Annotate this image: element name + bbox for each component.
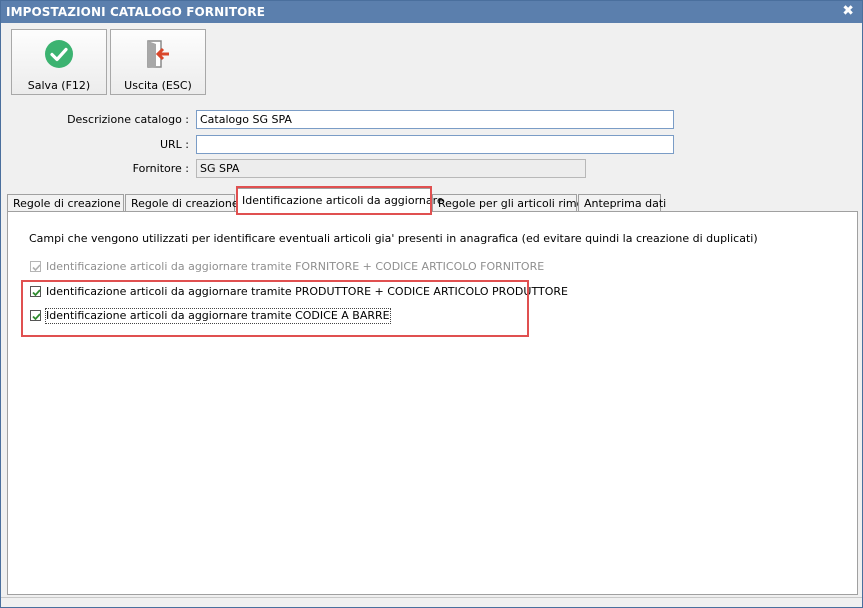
tab-data-preview[interactable]: Anteprima dati [578,194,666,212]
supplier-input [196,159,586,178]
exit-button[interactable]: Uscita (ESC) [110,29,206,95]
url-input[interactable] [196,135,674,154]
description-label: Descrizione catalogo : [67,113,189,126]
option-label: Identificazione articoli da aggiornare t… [46,260,545,273]
description-input[interactable] [196,110,674,129]
exit-button-label: Uscita (ESC) [124,79,192,92]
window-title: IMPOSTAZIONI CATALOGO FORNITORE [6,5,266,19]
checkbox[interactable] [30,286,41,297]
option-label: Identificazione articoli da aggiornare t… [45,308,391,324]
save-button[interactable]: Salva (F12) [11,29,107,95]
checkmark-icon [45,40,73,68]
divider [1,597,862,598]
url-label: URL : [159,138,189,151]
dialog-window: IMPOSTAZIONI CATALOGO FORNITORE ✖ Salva … [0,0,863,608]
tab-creation-rules-2[interactable]: Regole di creazione 2 [125,194,249,212]
tab-creation-rules-1[interactable]: Regole di creazione 1 [7,194,131,212]
supplier-label: Fornitore : [132,162,189,175]
save-button-label: Salva (F12) [27,79,91,92]
title-bar[interactable]: IMPOSTAZIONI CATALOGO FORNITORE ✖ [1,1,862,23]
checkmark-icon [32,264,41,272]
tab-identify-articles[interactable]: Identificazione articoli da aggiornare [236,188,444,212]
panel-description: Campi che vengono utilizzati per identif… [29,232,758,245]
checkmark-icon [32,289,41,297]
tab-panel: Campi che vengono utilizzati per identif… [7,211,858,595]
option-label: Identificazione articoli da aggiornare t… [46,285,568,298]
checkbox[interactable] [30,310,41,321]
close-icon[interactable]: ✖ [842,3,854,19]
checkbox [30,261,41,272]
checkmark-icon [32,313,41,321]
exit-door-icon [147,40,169,68]
tab-removed-articles-rules[interactable]: Regole per gli articoli rimossi [432,194,598,212]
